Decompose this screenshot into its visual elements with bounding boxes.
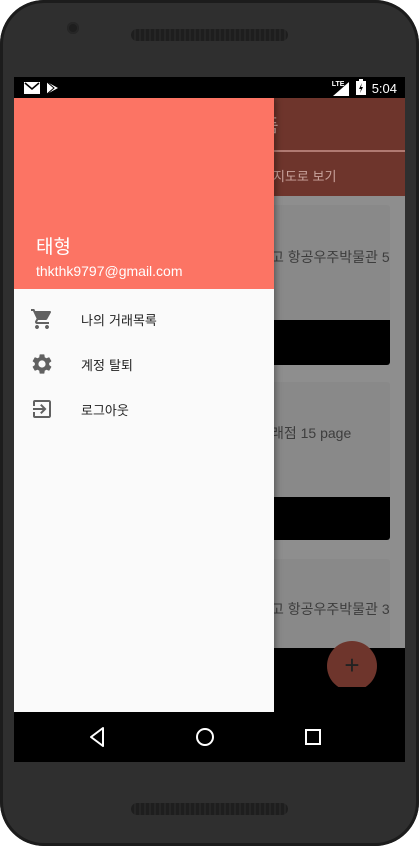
top-speaker	[131, 29, 288, 41]
list-item-title: 고 항공우주박물관 5	[271, 249, 390, 265]
device-screen: LTE 5:04 품 지도로 보기 고 항공우주박물관 5 래점	[14, 77, 405, 762]
menu-item-label: 계정 탈퇴	[81, 359, 133, 374]
list-item-title: 래점 15 page	[271, 425, 352, 441]
add-button[interactable]: +	[327, 641, 377, 687]
clock: 5:04	[371, 81, 397, 96]
user-email: thkthk9797@gmail.com	[36, 263, 183, 279]
status-bar: LTE 5:04	[14, 77, 405, 98]
phone-frame: LTE 5:04 품 지도로 보기 고 항공우주박물관 5 래점	[0, 0, 419, 846]
navigation-drawer: 태형 thkthk9797@gmail.com 나의 거래목록 계정 탈퇴 로그…	[14, 98, 274, 712]
back-icon[interactable]	[85, 725, 109, 749]
menu-item-logout[interactable]: 로그아웃	[14, 387, 274, 431]
logout-icon	[30, 397, 54, 421]
tab-map-view[interactable]: 지도로 보기	[273, 166, 336, 185]
drawer-header: 태형 thkthk9797@gmail.com	[14, 98, 274, 289]
shopping-cart-icon	[30, 307, 54, 331]
user-name: 태형	[36, 236, 71, 258]
menu-item-my-transactions[interactable]: 나의 거래목록	[14, 297, 274, 341]
list-item-title: 고 항공우주박물관 3	[271, 601, 390, 617]
system-nav-bar	[14, 712, 405, 762]
signal-icon: LTE	[332, 81, 350, 97]
home-icon[interactable]	[193, 725, 217, 749]
gear-icon	[30, 352, 54, 376]
recents-icon[interactable]	[301, 725, 325, 749]
network-type-label: LTE	[331, 80, 345, 88]
play-store-icon	[46, 80, 59, 99]
menu-item-delete-account[interactable]: 계정 탈퇴	[14, 342, 274, 386]
battery-icon	[355, 79, 366, 98]
bottom-speaker	[131, 803, 288, 815]
menu-item-label: 나의 거래목록	[81, 314, 157, 329]
gmail-icon	[24, 80, 40, 99]
front-camera	[67, 22, 79, 34]
menu-item-label: 로그아웃	[81, 404, 129, 419]
